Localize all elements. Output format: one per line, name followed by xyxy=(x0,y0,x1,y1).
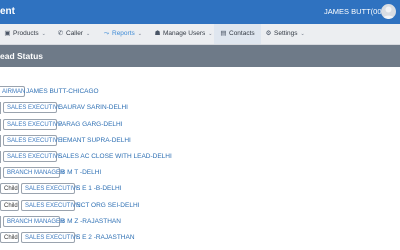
tree-connector xyxy=(0,151,1,163)
nav-manage-users[interactable]: ☗ Manage Users ⌄ xyxy=(154,24,213,44)
role-badge[interactable]: SALES EXECUTIVE xyxy=(3,135,62,146)
user-avatar-icon[interactable] xyxy=(381,4,396,19)
nav-contacts-label: Contacts xyxy=(229,30,255,37)
current-user-name[interactable]: JAMES BUTT(001) xyxy=(324,7,388,16)
top-bar: ent JAMES BUTT(001) xyxy=(0,0,400,24)
user-link[interactable]: PARAG GARG-DELHI xyxy=(58,121,123,128)
chevron-down-icon: ⌄ xyxy=(137,31,142,37)
role-badge[interactable]: SALES EXECUTIVE xyxy=(21,232,80,243)
nav-settings[interactable]: ⚙ Settings ⌄ xyxy=(265,24,305,44)
chevron-down-icon: ⌄ xyxy=(208,31,213,37)
nav-settings-label: Settings xyxy=(274,30,298,37)
role-badge[interactable]: SALES EXECUTIVE xyxy=(3,102,62,113)
main-navbar: ▣ Products ⌄ ✆ Caller ⌄ ⤳ Reports ⌄ ☗ Manage Us… xyxy=(0,24,400,45)
nav-caller[interactable]: ✆ Caller ⌄ xyxy=(57,24,90,44)
users-icon: ☗ xyxy=(154,30,161,37)
nav-reports-label: Reports xyxy=(112,30,135,37)
box-icon: ▣ xyxy=(4,30,11,37)
nav-reports[interactable]: ⤳ Reports ⌄ xyxy=(103,24,142,44)
tree-connector xyxy=(0,135,1,147)
role-badge[interactable]: SALES EXECUTIVE xyxy=(21,200,80,211)
nav-products-label: Products xyxy=(13,30,39,37)
role-badge[interactable]: SALES EXECUTIVE xyxy=(21,183,80,194)
tree-connector xyxy=(0,216,1,228)
role-badge[interactable]: BRANCH MANAGER xyxy=(3,216,64,227)
nav-products[interactable]: ▣ Products ⌄ xyxy=(4,24,46,44)
user-link[interactable]: NCT ORG SEI-DELHI xyxy=(76,202,139,209)
chevron-down-icon: ⌄ xyxy=(300,31,305,37)
nav-caller-label: Caller xyxy=(66,30,83,37)
phone-icon: ✆ xyxy=(57,30,64,37)
user-link[interactable]: S E 2 -RAJASTHAN xyxy=(76,234,135,241)
user-link[interactable]: B M Z -RAJASTHAN xyxy=(61,218,121,225)
chevron-down-icon: ⌄ xyxy=(85,31,91,37)
tree-connector xyxy=(0,167,1,179)
user-link[interactable]: S E 1 -B-DELHI xyxy=(76,185,122,192)
child-badge[interactable]: Child xyxy=(0,232,19,243)
user-link[interactable]: HEMANT SUPRA-DELHI xyxy=(58,137,131,144)
page-title: ead Status xyxy=(0,51,43,61)
role-badge[interactable]: SALES EXECUTIVE xyxy=(3,151,62,162)
contacts-icon: ▤ xyxy=(220,30,227,37)
role-badge[interactable]: AIRMAN xyxy=(0,86,25,97)
app-brand: ent xyxy=(0,6,15,17)
gear-icon: ⚙ xyxy=(265,30,272,37)
user-link[interactable]: B M T -DELHI xyxy=(61,169,101,176)
chevron-down-icon: ⌄ xyxy=(41,31,46,37)
nav-contacts[interactable]: ▤ Contacts xyxy=(214,24,261,44)
tree-connector xyxy=(0,102,1,114)
role-badge[interactable]: BRANCH MANAGER xyxy=(3,167,64,178)
user-link[interactable]: SALES AC CLOSE WITH LEAD-DELHI xyxy=(58,153,172,160)
nav-manage-users-label: Manage Users xyxy=(163,30,206,37)
chart-icon: ⤳ xyxy=(103,30,110,37)
child-badge[interactable]: Child xyxy=(0,200,19,211)
child-badge[interactable]: Child xyxy=(0,183,19,194)
user-link[interactable]: JAMES BUTT-CHICAGO xyxy=(26,88,99,95)
role-badge[interactable]: SALES EXECUTIVE xyxy=(3,119,62,130)
panel-header: ead Status xyxy=(0,45,400,67)
tree-connector xyxy=(0,119,1,131)
user-link[interactable]: GAURAV SARIN-DELHI xyxy=(58,104,128,111)
